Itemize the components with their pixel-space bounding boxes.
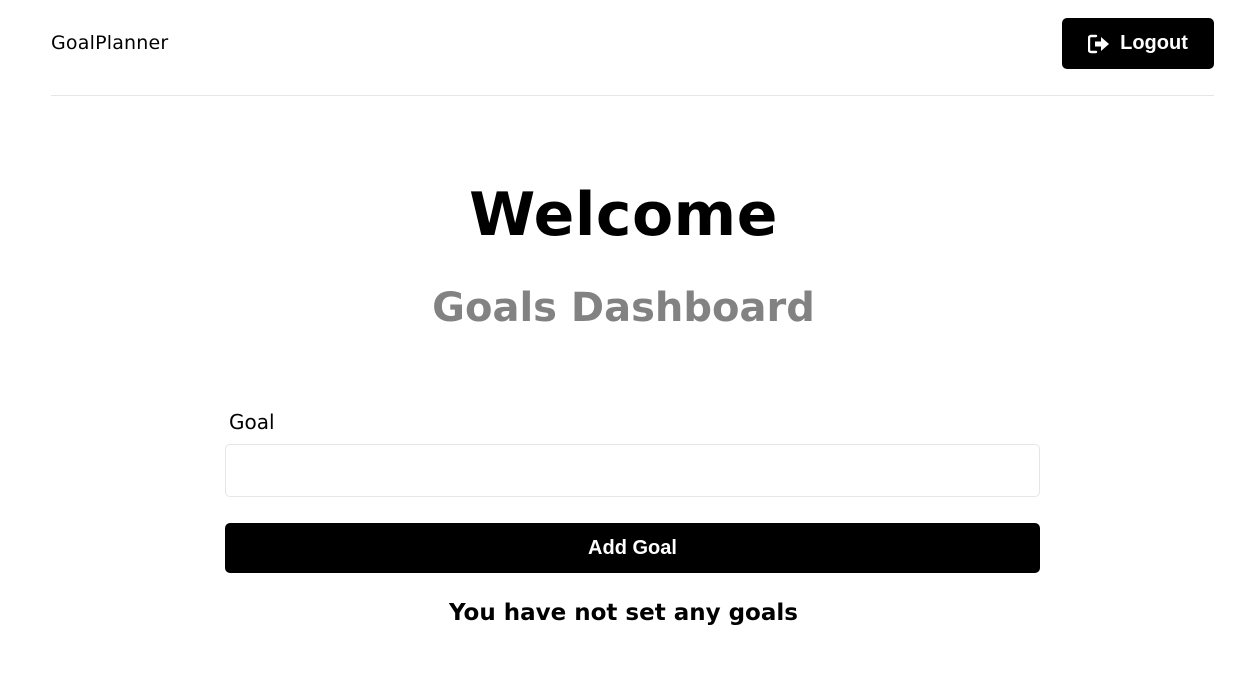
- goal-form: Goal Add Goal: [225, 405, 1040, 573]
- goal-label: Goal: [229, 410, 275, 434]
- goal-input[interactable]: [225, 444, 1040, 497]
- brand-logo[interactable]: GoalPlanner: [51, 32, 168, 54]
- add-goal-button[interactable]: Add Goal: [225, 523, 1040, 573]
- dashboard-subtitle: Goals Dashboard: [432, 285, 815, 331]
- logout-label: Logout: [1120, 32, 1188, 54]
- logout-button[interactable]: Logout: [1062, 18, 1214, 69]
- welcome-heading: Welcome: [469, 180, 778, 250]
- top-navbar: GoalPlanner Logout: [51, 0, 1214, 96]
- empty-goals-message: You have not set any goals: [449, 600, 798, 626]
- sign-out-icon: [1088, 34, 1110, 54]
